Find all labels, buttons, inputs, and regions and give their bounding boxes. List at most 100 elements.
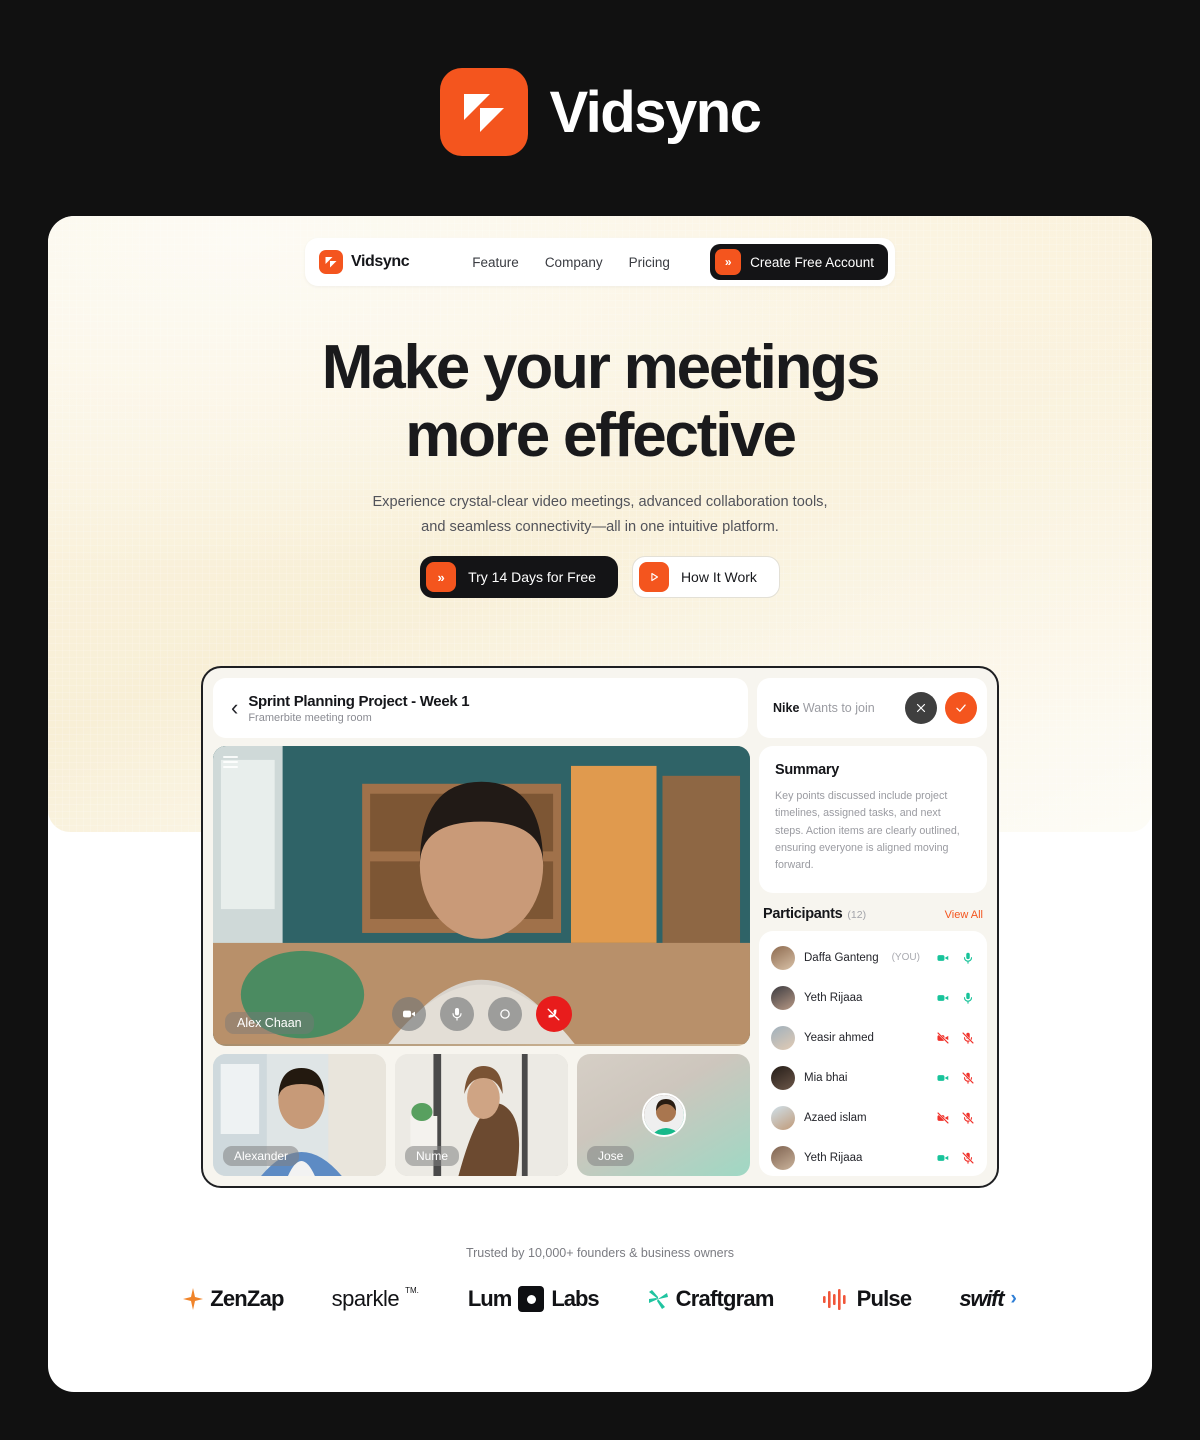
navbar-logo-text: Vidsync <box>351 253 410 270</box>
video-camera-on-icon[interactable] <box>936 991 950 1005</box>
record-circle-icon <box>499 1009 510 1019</box>
participant-you-tag: (YOU) <box>891 952 920 964</box>
thumbnail-name: Alexander <box>223 1146 300 1166</box>
logo-pulse: Pulse <box>822 1286 912 1312</box>
logo-zenzap: ZenZap <box>183 1286 284 1312</box>
record-button[interactable] <box>487 997 522 1031</box>
app-body: Alex Chaan Alexander Nume Jose Summary K… <box>213 746 987 1176</box>
main-speaker-video[interactable]: Alex Chaan <box>213 746 750 1046</box>
microphone-on-icon[interactable] <box>961 991 975 1005</box>
accept-join-button[interactable] <box>945 692 977 724</box>
logo-lum-text: Lum <box>467 1286 512 1311</box>
microphone-off-icon[interactable] <box>961 1111 975 1125</box>
meeting-app-window: ‹ Sprint Planning Project - Week 1 Frame… <box>201 666 999 1188</box>
video-camera-on-icon[interactable] <box>936 1151 950 1165</box>
logo-craftgram: Craftgram <box>647 1286 774 1312</box>
brand-header: Vidsync <box>0 68 1200 156</box>
page-root: Vidsync Vidsync Feature Company Pricing <box>0 0 1200 1440</box>
hero-headline-line1: Make your meetings <box>321 333 881 402</box>
create-free-account-button[interactable]: » Create Free Account <box>710 244 888 280</box>
chevron-left-icon[interactable]: ‹ <box>231 697 238 719</box>
close-icon <box>916 703 926 713</box>
participant-row[interactable]: Yeasir ahmed <box>771 1018 975 1058</box>
participant-thumbnails: Alexander Nume Jose <box>213 1054 750 1176</box>
participant-row[interactable]: Mia bhai <box>771 1058 975 1098</box>
double-chevron-right-icon: » <box>426 562 457 592</box>
avatar <box>771 1065 795 1090</box>
nav-link-feature[interactable]: Feature <box>472 255 519 270</box>
brand-wordmark: Vidsync <box>549 79 762 145</box>
avatar <box>771 985 795 1010</box>
thumbnail-tile[interactable]: Jose <box>577 1054 750 1176</box>
spark-icon <box>183 1288 204 1310</box>
microphone-toggle-button[interactable] <box>439 997 474 1031</box>
participants-count: (12) <box>847 908 867 921</box>
hamburger-menu-icon[interactable] <box>223 756 238 768</box>
thumbnail-tile[interactable]: Nume <box>395 1054 568 1176</box>
microphone-off-icon[interactable] <box>961 1151 975 1165</box>
logo-swift-text: swift <box>959 1286 1004 1311</box>
phone-hangup-icon <box>547 1008 560 1020</box>
chevron-right-icon: › <box>1010 1288 1017 1309</box>
hero-subheadline: Experience crystal-clear video meetings,… <box>48 490 1152 539</box>
double-chevron-right-icon: » <box>715 249 742 275</box>
logo-sparkle: sparkle TM. <box>332 1286 420 1312</box>
participant-status-icons <box>936 1071 975 1085</box>
participant-name: Yeth Rijaaa <box>804 1151 863 1164</box>
participant-row[interactable]: Daffa Ganteng (YOU) <box>771 938 975 978</box>
logo-craftgram-text: Craftgram <box>675 1286 775 1311</box>
join-request-text: Nike Wants to join <box>773 701 875 715</box>
logo-labs-text: Labs <box>551 1286 599 1311</box>
how-it-work-label: How It Work <box>680 569 757 585</box>
call-controls <box>391 996 572 1032</box>
logo-zenzap-text: ZenZap <box>210 1286 284 1311</box>
participant-name: Daffa Ganteng <box>804 951 879 964</box>
thumbnail-tile[interactable]: Alexander <box>213 1054 386 1176</box>
nav-link-pricing[interactable]: Pricing <box>629 255 670 270</box>
hero-subheadline-line1: Experience crystal-clear video meetings,… <box>372 494 828 510</box>
logo-swift: swift › <box>959 1286 1016 1312</box>
navbar-logo[interactable]: Vidsync <box>319 250 410 274</box>
nav-link-company[interactable]: Company <box>545 255 603 270</box>
microphone-off-icon[interactable] <box>961 1071 975 1085</box>
video-camera-icon <box>402 1010 415 1018</box>
logo-sparkle-tm: TM. <box>405 1285 419 1295</box>
decline-join-button[interactable] <box>905 692 937 724</box>
participant-status-icons <box>936 1111 975 1125</box>
waveform-icon <box>822 1289 846 1310</box>
meeting-title-card: ‹ Sprint Planning Project - Week 1 Frame… <box>213 678 748 738</box>
video-camera-off-icon[interactable] <box>936 1031 950 1045</box>
join-request-message: Wants to join <box>802 701 875 715</box>
navbar: Vidsync Feature Company Pricing » Create… <box>305 238 895 286</box>
try-free-button[interactable]: » Try 14 Days for Free <box>420 556 618 598</box>
square-dot-icon <box>518 1286 545 1312</box>
view-all-link[interactable]: View All <box>945 909 983 921</box>
vidsync-sail-logo-icon <box>319 250 343 274</box>
microphone-off-icon[interactable] <box>961 1031 975 1045</box>
participants-header: Participants (12) View All <box>759 902 987 922</box>
microphone-icon <box>451 1008 462 1021</box>
participant-row[interactable]: Yeth Rijaaa <box>771 1138 975 1176</box>
logo-sparkle-text: sparkle <box>331 1286 400 1311</box>
how-it-work-button[interactable]: How It Work <box>631 556 780 598</box>
participant-status-icons <box>936 1031 975 1045</box>
summary-title: Summary <box>775 762 839 778</box>
video-camera-on-icon[interactable] <box>936 1071 950 1085</box>
camera-toggle-button[interactable] <box>391 997 426 1031</box>
participant-row[interactable]: Azaed islam <box>771 1098 975 1138</box>
pinwheel-icon <box>648 1290 668 1309</box>
participants-list[interactable]: Daffa Ganteng (YOU) Yeth Rijaaa Yeasir ahme… <box>759 930 987 1176</box>
side-panel: Summary Key points discussed include pro… <box>759 746 987 1176</box>
check-icon <box>956 704 966 712</box>
microphone-on-icon[interactable] <box>961 951 975 965</box>
video-camera-on-icon[interactable] <box>936 951 950 965</box>
participant-name: Yeth Rijaaa <box>804 991 863 1004</box>
participant-status-icons <box>936 951 975 965</box>
video-stage: Alex Chaan Alexander Nume Jose <box>213 746 750 1176</box>
hero-headline: Make your meetings more effective <box>48 334 1152 469</box>
hero-headline-line2: more effective <box>405 400 797 470</box>
video-camera-off-icon[interactable] <box>936 1111 950 1125</box>
participant-row[interactable]: Yeth Rijaaa <box>771 978 975 1018</box>
end-call-button[interactable] <box>535 996 572 1032</box>
participant-status-icons <box>936 991 975 1005</box>
